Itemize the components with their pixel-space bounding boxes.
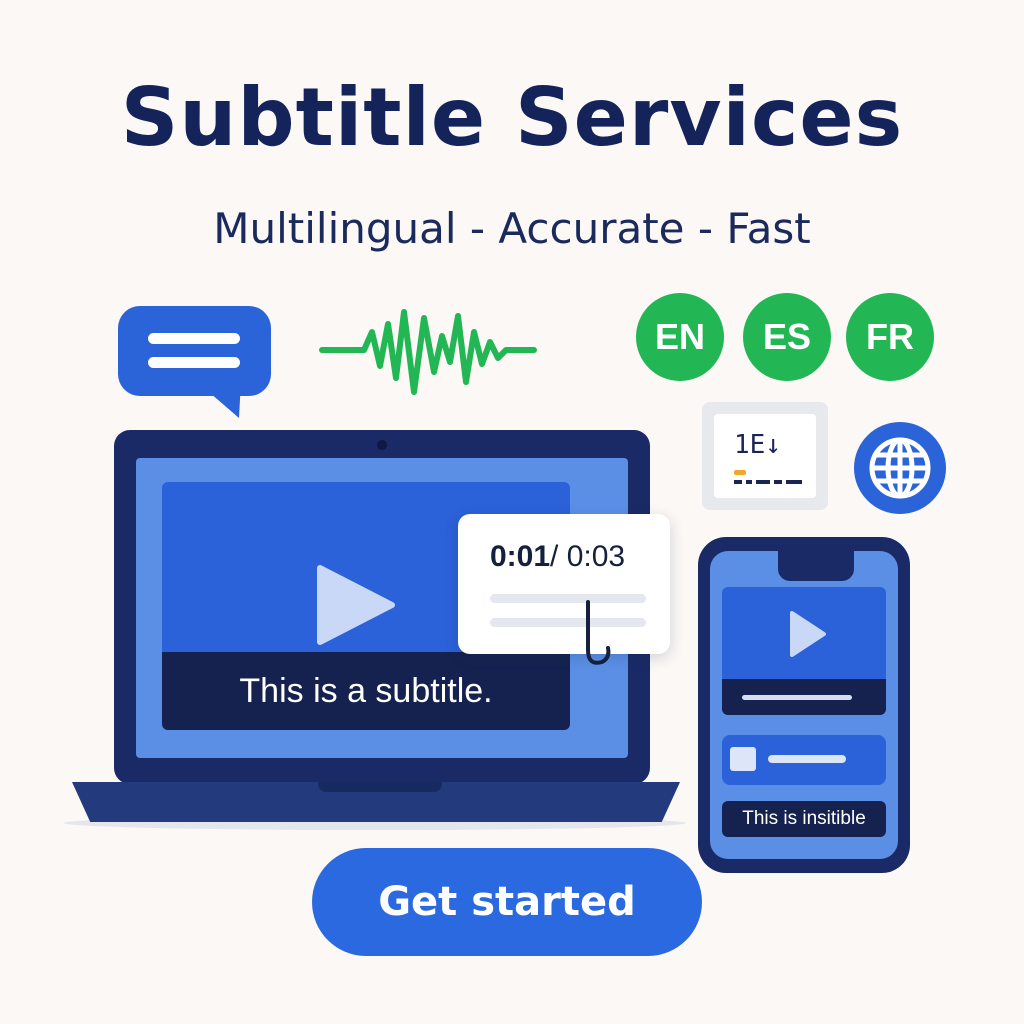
phone-screen: This is insitible: [710, 551, 898, 859]
timeline-cursor-icon[interactable]: [578, 598, 618, 670]
language-badge-en[interactable]: EN: [636, 293, 724, 381]
timecode: 0:01/ 0:03: [490, 540, 625, 574]
phone-video-controls: [722, 679, 886, 715]
phone-notch: [778, 551, 854, 581]
phone-video-player[interactable]: [722, 587, 886, 683]
subtitle-editor-icon: 1E↓: [702, 402, 828, 510]
language-badges: EN ES FR: [636, 293, 938, 385]
globe-icon[interactable]: [852, 420, 948, 516]
editor-mark: [734, 470, 746, 475]
timeline-track: [490, 594, 646, 603]
editor-dash-line: [734, 480, 802, 484]
tagline: Multilingual - Accurate - Fast: [213, 204, 811, 253]
editor-icon-text: 1E↓: [734, 430, 781, 460]
editor-icon-panel: 1E↓: [714, 414, 816, 498]
get-started-button[interactable]: Get started: [312, 848, 702, 956]
timeline-track: [490, 618, 646, 627]
audio-waveform-icon: [319, 309, 537, 395]
video-subtitle: This is a subtitle.: [162, 652, 570, 730]
chat-line: [148, 357, 240, 368]
language-badge-es[interactable]: ES: [743, 293, 831, 381]
laptop-camera: [377, 440, 387, 450]
play-icon[interactable]: [316, 564, 396, 646]
phone-list-line: [768, 755, 846, 763]
play-icon[interactable]: [788, 609, 828, 659]
laptop-trackpad-notch: [318, 782, 442, 792]
timecode-total: / 0:03: [550, 540, 626, 573]
phone-progress-bar[interactable]: [742, 695, 852, 700]
phone-list-item[interactable]: [722, 735, 886, 785]
timecode-card: 0:01/ 0:03: [458, 514, 670, 654]
phone-list-thumb: [730, 747, 756, 771]
timecode-current: 0:01: [490, 540, 551, 573]
chat-bubble-tail: [195, 380, 241, 418]
phone-subtitle: This is insitible: [722, 801, 886, 837]
chat-line: [148, 333, 240, 344]
phone: This is insitible: [698, 537, 910, 873]
page-title: Subtitle Services: [120, 71, 904, 164]
language-badge-fr[interactable]: FR: [846, 293, 934, 381]
